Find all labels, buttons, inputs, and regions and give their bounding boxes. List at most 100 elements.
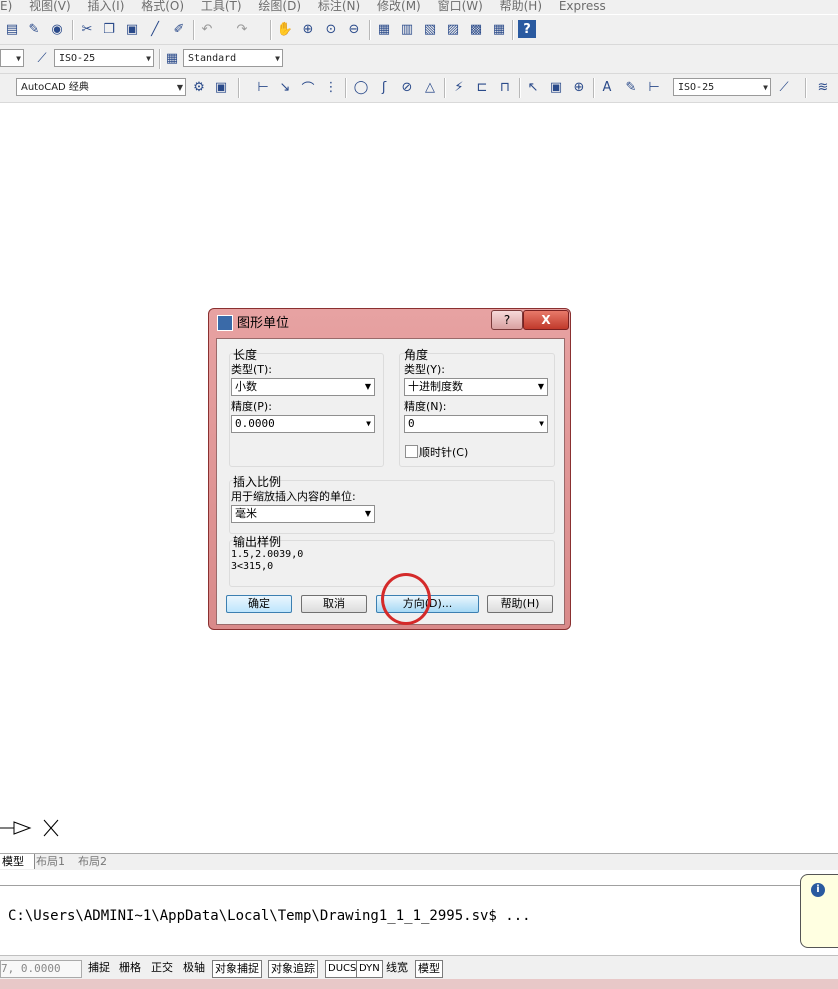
output-sample-heading: 输出样例: [233, 535, 282, 549]
dimension-style-combo[interactable]: ISO-25 ▼: [54, 49, 154, 67]
copy-icon[interactable]: ❐: [100, 20, 118, 38]
ducs-toggle[interactable]: DUCS: [325, 960, 360, 978]
snap-toggle[interactable]: 捕捉: [86, 960, 112, 976]
cancel-button[interactable]: 取消: [301, 595, 367, 613]
redo-icon[interactable]: ↷: [233, 20, 251, 38]
menu-draw[interactable]: 绘图(D): [258, 0, 301, 13]
menu-edit[interactable]: E): [0, 0, 12, 13]
info-icon: i: [811, 883, 825, 897]
output-sample-line1: 1.5,2.0039,0: [231, 549, 304, 560]
continue-dimension-icon[interactable]: ⊓: [496, 78, 514, 96]
table-style-combo[interactable]: Standard ▼: [183, 49, 283, 67]
notification-balloon[interactable]: i: [800, 874, 838, 948]
zoom-realtime-icon[interactable]: ⊕: [299, 20, 317, 38]
linear-dimension-icon[interactable]: ⊢: [254, 78, 272, 96]
angular-dimension-icon[interactable]: △: [421, 78, 439, 96]
angle-type-select[interactable]: 十进制度数 ▼: [404, 378, 548, 396]
cut-icon[interactable]: ✂: [78, 20, 96, 38]
insert-units-select[interactable]: 毫米 ▼: [231, 505, 375, 523]
menu-express[interactable]: Express: [559, 0, 606, 13]
radius-dimension-icon[interactable]: ◯: [352, 78, 370, 96]
save-workspace-icon[interactable]: ▣: [212, 78, 230, 96]
menu-bar: E) 视图(V) 插入(I) 格式(O) 工具(T) 绘图(D) 标注(N) 修…: [0, 0, 838, 14]
angle-precision-label: 精度(N):: [404, 400, 447, 413]
dimension-text-edit-icon[interactable]: ✎: [622, 78, 640, 96]
pan-icon[interactable]: ✋: [276, 20, 294, 38]
standard-toolbar: ▤ ✎ ◉ ✂ ❐ ▣ ╱ ✐ ↶ ↷ ✋ ⊕ ⊙ ⊖ ▦ ▥ ▧ ▨ ▩ ▦ …: [0, 15, 838, 45]
dimension-style-manager-icon[interactable]: ⟋: [775, 78, 793, 96]
workspace-toolbar: AutoCAD 经典 ▼ ⚙ ▣ ⊢ ↘ ⌒ ⋮ ◯ ʃ ⊘ △ ⚡ ⊏ ⊓ ↖ …: [0, 74, 838, 103]
output-sample-line2: 3<315,0: [231, 561, 274, 572]
layers-icon[interactable]: ≋: [814, 78, 832, 96]
polar-toggle[interactable]: 极轴: [181, 960, 207, 976]
ortho-toggle[interactable]: 正交: [149, 960, 175, 976]
menu-dimension[interactable]: 标注(N): [318, 0, 360, 13]
zoom-previous-icon[interactable]: ⊖: [345, 20, 363, 38]
markup-icon[interactable]: ✎: [25, 20, 43, 38]
ok-button[interactable]: 确定: [226, 595, 292, 613]
clockwise-checkbox[interactable]: [405, 445, 418, 458]
jogged-dimension-icon[interactable]: ʃ: [375, 78, 393, 96]
otrack-toggle[interactable]: 对象追踪: [268, 960, 318, 978]
status-bar: 7, 0.0000 捕捉 栅格 正交 极轴 对象捕捉 对象追踪 DUCS DYN…: [0, 955, 838, 980]
styles-toolbar: ▼ ⟋ ISO-25 ▼ ▦ Standard ▼: [0, 45, 838, 74]
dialog-app-icon: [217, 315, 233, 331]
center-mark-icon[interactable]: ⊕: [570, 78, 588, 96]
help-button[interactable]: 帮助(H): [487, 595, 553, 613]
workspace-settings-icon[interactable]: ⚙: [190, 78, 208, 96]
ucs-icon: [0, 819, 59, 837]
leader-icon[interactable]: ↖: [524, 78, 542, 96]
menu-modify[interactable]: 修改(M): [377, 0, 421, 13]
menu-tools[interactable]: 工具(T): [201, 0, 242, 13]
menu-help[interactable]: 帮助(H): [500, 0, 542, 13]
dimension-update-icon[interactable]: ⊢: [645, 78, 663, 96]
dyn-toggle[interactable]: DYN: [356, 960, 383, 978]
title-help-button[interactable]: ?: [491, 310, 523, 330]
length-precision-select[interactable]: 0.0000 ▼: [231, 415, 375, 433]
menu-window[interactable]: 窗口(W): [438, 0, 483, 13]
aligned-dimension-icon[interactable]: ↘: [276, 78, 294, 96]
arc-length-icon[interactable]: ⌒: [299, 78, 317, 97]
menu-insert[interactable]: 插入(I): [88, 0, 125, 13]
markup-set-icon[interactable]: ▩: [467, 20, 485, 38]
design-center-icon[interactable]: ▥: [398, 20, 416, 38]
text-style-combo-partial[interactable]: ▼: [0, 49, 24, 67]
tab-layout2[interactable]: 布局2: [78, 854, 116, 869]
undo-icon[interactable]: ↶: [198, 20, 216, 38]
lineweight-toggle[interactable]: 线宽: [384, 960, 410, 976]
angle-precision-select[interactable]: 0 ▼: [404, 415, 548, 433]
length-type-select[interactable]: 小数 ▼: [231, 378, 375, 396]
model-toggle[interactable]: 模型: [415, 960, 443, 978]
grid-toggle[interactable]: 栅格: [117, 960, 143, 976]
quick-dimension-icon[interactable]: ⚡: [450, 78, 468, 96]
dimension-style-combo-2[interactable]: ISO-25 ▼: [673, 78, 771, 96]
sheet-set-manager-icon[interactable]: ▨: [444, 20, 462, 38]
ordinate-dimension-icon[interactable]: ⋮: [322, 78, 340, 96]
calculator-icon[interactable]: ▦: [490, 20, 508, 38]
title-close-button[interactable]: X: [523, 310, 569, 330]
command-line[interactable]: C:\Users\ADMINI~1\AppData\Local\Temp\Dra…: [0, 885, 838, 954]
dimension-edit-icon[interactable]: A: [598, 78, 616, 96]
osnap-toggle[interactable]: 对象捕捉: [212, 960, 262, 978]
properties-icon[interactable]: ▦: [375, 20, 393, 38]
menu-format[interactable]: 格式(O): [141, 0, 184, 13]
diameter-dimension-icon[interactable]: ⊘: [398, 78, 416, 96]
menu-view[interactable]: 视图(V): [29, 0, 71, 13]
tool-palettes-icon[interactable]: ▧: [421, 20, 439, 38]
tab-model[interactable]: 模型: [0, 854, 35, 869]
tab-layout1[interactable]: 布局1: [36, 854, 74, 869]
command-text: C:\Users\ADMINI~1\AppData\Local\Temp\Dra…: [8, 908, 531, 924]
sheet-set-icon[interactable]: ▤: [3, 20, 21, 38]
tolerance-icon[interactable]: ▣: [547, 78, 565, 96]
layout-tabs: 模型 布局1 布局2: [0, 853, 838, 870]
publish-icon[interactable]: ◉: [48, 20, 66, 38]
paste-icon[interactable]: ▣: [123, 20, 141, 38]
highlight-circle: [381, 573, 431, 625]
workspace-combo[interactable]: AutoCAD 经典 ▼: [16, 78, 186, 96]
coordinate-display: 7, 0.0000: [0, 960, 82, 978]
block-editor-icon[interactable]: ✐: [170, 20, 188, 38]
baseline-dimension-icon[interactable]: ⊏: [473, 78, 491, 96]
zoom-window-icon[interactable]: ⊙: [322, 20, 340, 38]
help-icon[interactable]: ?: [518, 20, 536, 38]
match-properties-icon[interactable]: ╱: [146, 20, 164, 38]
